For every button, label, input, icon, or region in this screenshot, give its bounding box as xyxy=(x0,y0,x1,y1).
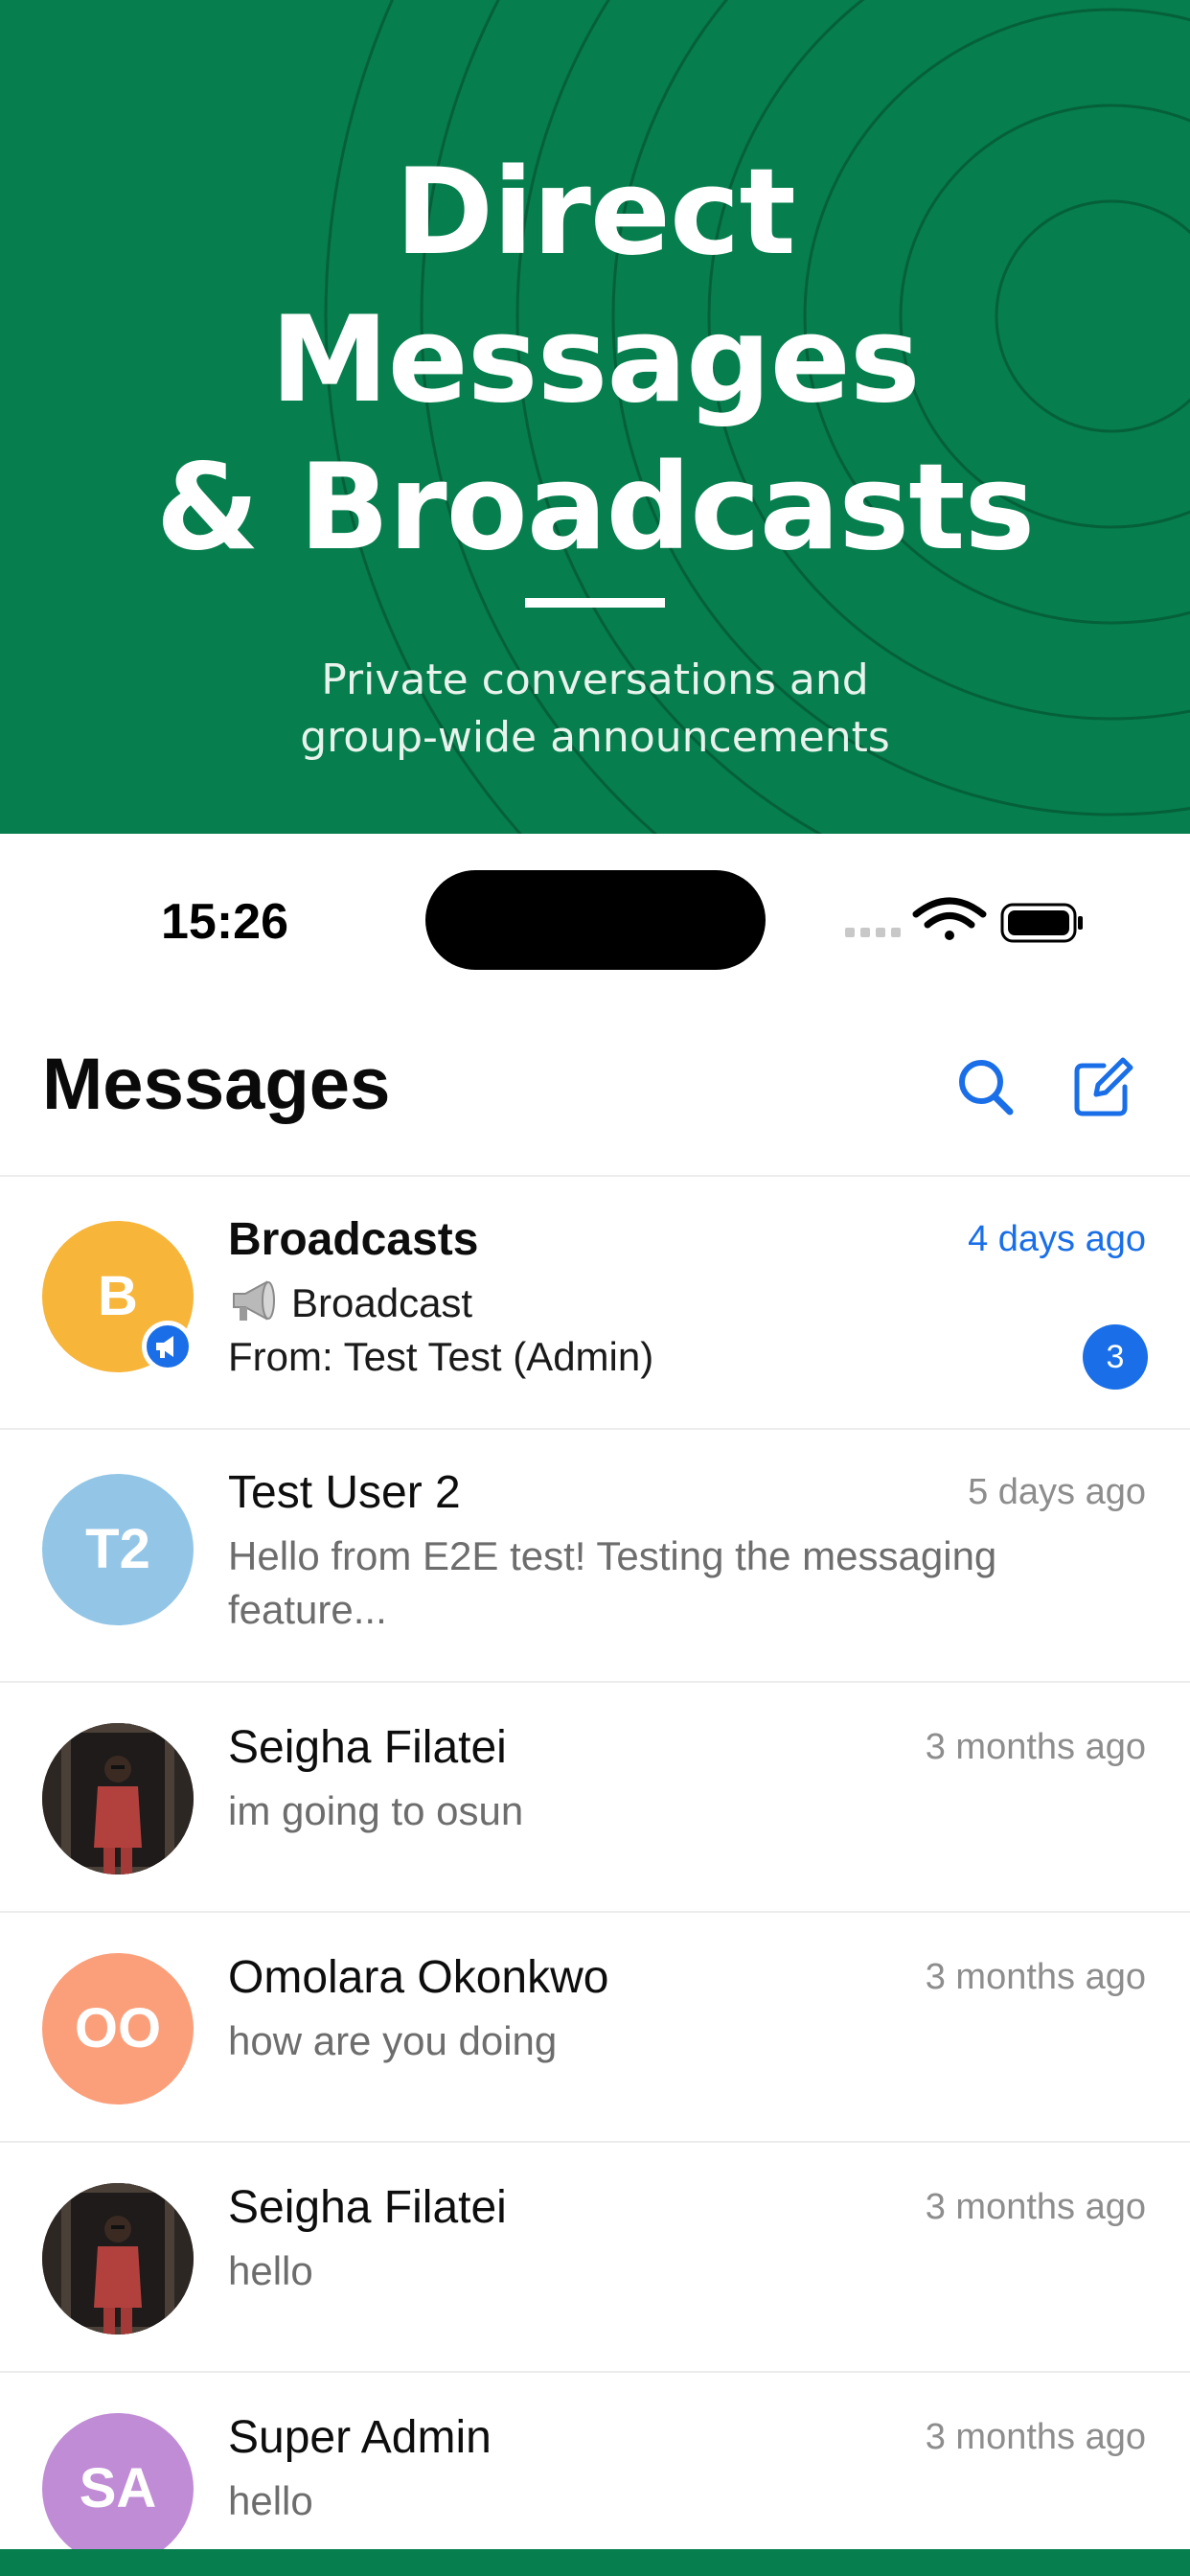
conversation-preview-continued: feature... xyxy=(228,1587,387,1632)
status-time: 15:26 xyxy=(161,894,288,950)
bottom-band xyxy=(0,2549,1190,2576)
wifi-icon xyxy=(912,897,987,940)
hero-subtitle-line: group-wide announcements xyxy=(300,713,890,762)
search-icon[interactable] xyxy=(950,1052,1021,1123)
hero-divider xyxy=(525,598,665,608)
conversation-row[interactable]: OO Omolara Okonkwo 3 months ago how are … xyxy=(0,1911,1190,2141)
compose-icon[interactable] xyxy=(1067,1052,1138,1123)
hero-subtitle-line: Private conversations and xyxy=(321,656,869,704)
conversation-name: Broadcasts xyxy=(228,1214,479,1265)
dynamic-island xyxy=(425,870,766,970)
preview-line: Broadcast xyxy=(291,1280,473,1325)
conversation-preview: im going to osun xyxy=(228,1788,524,1833)
conversation-list: B Broadcasts 4 days ago Broadcast From: … xyxy=(0,1175,1190,2549)
conversation-time: 3 months ago xyxy=(925,1727,1146,1767)
conversation-time: 3 months ago xyxy=(925,2187,1146,2227)
avatar: T2 xyxy=(42,1474,194,1625)
conversation-time: 3 months ago xyxy=(925,1957,1146,1997)
avatar-photo xyxy=(42,2183,194,2334)
conversation-preview: hello xyxy=(228,2478,313,2523)
conversation-row[interactable]: Seigha Filatei 3 months ago hello xyxy=(0,2141,1190,2371)
conversation-preview: Broadcast xyxy=(228,1276,1071,1330)
conversation-row[interactable]: T2 Test User 2 5 days ago Hello from E2E… xyxy=(0,1428,1190,1681)
conversation-row-broadcasts[interactable]: B Broadcasts 4 days ago Broadcast From: … xyxy=(0,1175,1190,1428)
hero-subtitle: Private conversations and group-wide ann… xyxy=(0,652,1190,767)
avatar: SA xyxy=(42,2413,194,2549)
conversation-row[interactable]: Seigha Filatei 3 months ago im going to … xyxy=(0,1681,1190,1911)
conversation-row[interactable]: SA Super Admin 3 months ago hello xyxy=(0,2371,1190,2549)
conversation-name: Omolara Okonkwo xyxy=(228,1952,609,2003)
conversation-preview: Hello from E2E test! Testing the messagi… xyxy=(228,1533,997,1578)
conversation-time: 3 months ago xyxy=(925,2417,1146,2457)
avatar-photo xyxy=(42,1723,194,1874)
signal-icon xyxy=(845,928,901,937)
conversation-preview: hello xyxy=(228,2248,313,2293)
conversation-preview-sender: From: Test Test (Admin) xyxy=(228,1334,654,1379)
conversation-name: Seigha Filatei xyxy=(228,2182,507,2233)
avatar: OO xyxy=(42,1953,194,2104)
hero-title-line: Messages xyxy=(270,291,920,429)
megaphone-icon xyxy=(233,1280,275,1321)
conversation-name: Test User 2 xyxy=(228,1467,461,1518)
page-title: Messages xyxy=(42,1044,391,1125)
phone-screen: 15:26 Messages B Broadcasts 4 days ago B… xyxy=(0,834,1190,2549)
conversation-preview: how are you doing xyxy=(228,2018,558,2063)
conversation-name: Seigha Filatei xyxy=(228,1722,507,1773)
status-icons xyxy=(845,897,1083,943)
conversation-time: 4 days ago xyxy=(968,1219,1146,1259)
unread-count-badge: 3 xyxy=(1083,1324,1148,1390)
conversation-name: Super Admin xyxy=(228,2412,492,2463)
conversation-time: 5 days ago xyxy=(968,1472,1146,1512)
hero-banner: Direct Messages & Broadcasts Private con… xyxy=(0,0,1190,834)
hero-title-line: & Broadcasts xyxy=(155,439,1036,577)
hero-title: Direct Messages & Broadcasts xyxy=(0,139,1190,582)
hero-title-line: Direct xyxy=(395,144,795,282)
battery-icon xyxy=(1000,903,1083,943)
megaphone-badge-icon xyxy=(142,1321,194,1372)
